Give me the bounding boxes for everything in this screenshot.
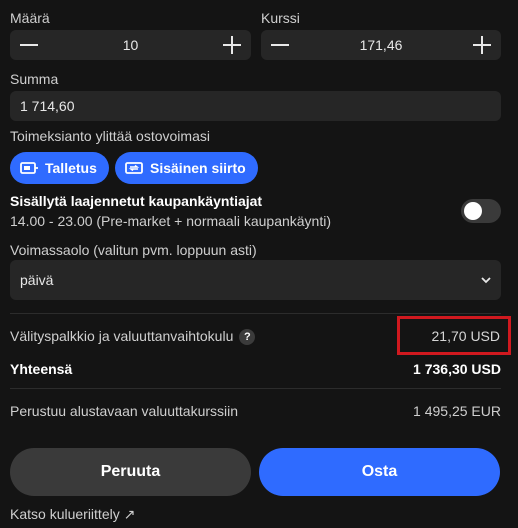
extended-hours-toggle[interactable] xyxy=(461,199,501,223)
fee-breakdown-link[interactable]: Katso kulueriittely ↗ xyxy=(10,506,135,523)
buying-power-warning: Toimeksianto ylittää ostovoimasi xyxy=(10,128,210,144)
quantity-label: Määrä xyxy=(10,10,50,26)
help-icon[interactable]: ? xyxy=(239,329,256,346)
fees-label-text: Välityspalkkio ja valuuttanvaihtokulu xyxy=(10,328,234,344)
minus-icon[interactable] xyxy=(271,36,289,54)
plus-icon[interactable] xyxy=(473,36,491,54)
sum-input[interactable]: 1 714,60 xyxy=(10,91,501,121)
fx-value: 1 495,25 EUR xyxy=(413,403,501,419)
minus-icon[interactable] xyxy=(20,36,38,54)
divider xyxy=(10,388,501,389)
extended-hours-title: Sisällytä laajennetut kaupankäyntiajat xyxy=(10,193,263,209)
fx-label: Perustuu alustavaan valuuttakurssiin xyxy=(10,403,239,419)
transfer-icon xyxy=(125,162,143,174)
toggle-knob xyxy=(464,202,482,220)
sum-label: Summa xyxy=(10,71,59,87)
sum-value[interactable]: 1 714,60 xyxy=(20,98,75,114)
total-value: 1 736,30 USD xyxy=(413,361,501,377)
price-label: Kurssi xyxy=(261,10,300,26)
cancel-button[interactable]: Peruuta xyxy=(10,448,251,496)
quantity-stepper[interactable]: 10 xyxy=(10,30,251,60)
deposit-button[interactable]: Talletus xyxy=(10,152,109,184)
validity-label: Voimassaolo (valitun pvm. loppuun asti) xyxy=(10,242,257,258)
deposit-icon xyxy=(20,162,38,174)
fees-value: 21,70 USD xyxy=(431,328,500,344)
transfer-label: Sisäinen siirto xyxy=(150,160,246,176)
total-label: Yhteensä xyxy=(10,361,73,377)
buy-button[interactable]: Osta xyxy=(259,448,500,496)
price-stepper[interactable]: 171,46 xyxy=(261,30,501,60)
deposit-label: Talletus xyxy=(45,160,97,176)
plus-icon[interactable] xyxy=(223,36,241,54)
fees-label: Välityspalkkio ja valuuttanvaihtokulu? xyxy=(10,328,256,346)
validity-value: päivä xyxy=(20,272,54,288)
quantity-value[interactable]: 10 xyxy=(38,37,223,53)
chevron-down-icon xyxy=(481,277,491,284)
divider xyxy=(10,313,501,314)
validity-select[interactable]: päivä xyxy=(10,260,501,300)
internal-transfer-button[interactable]: Sisäinen siirto xyxy=(115,152,258,184)
extended-hours-subtitle: 14.00 - 23.00 (Pre-market + normaali kau… xyxy=(10,213,331,229)
price-value[interactable]: 171,46 xyxy=(289,37,473,53)
